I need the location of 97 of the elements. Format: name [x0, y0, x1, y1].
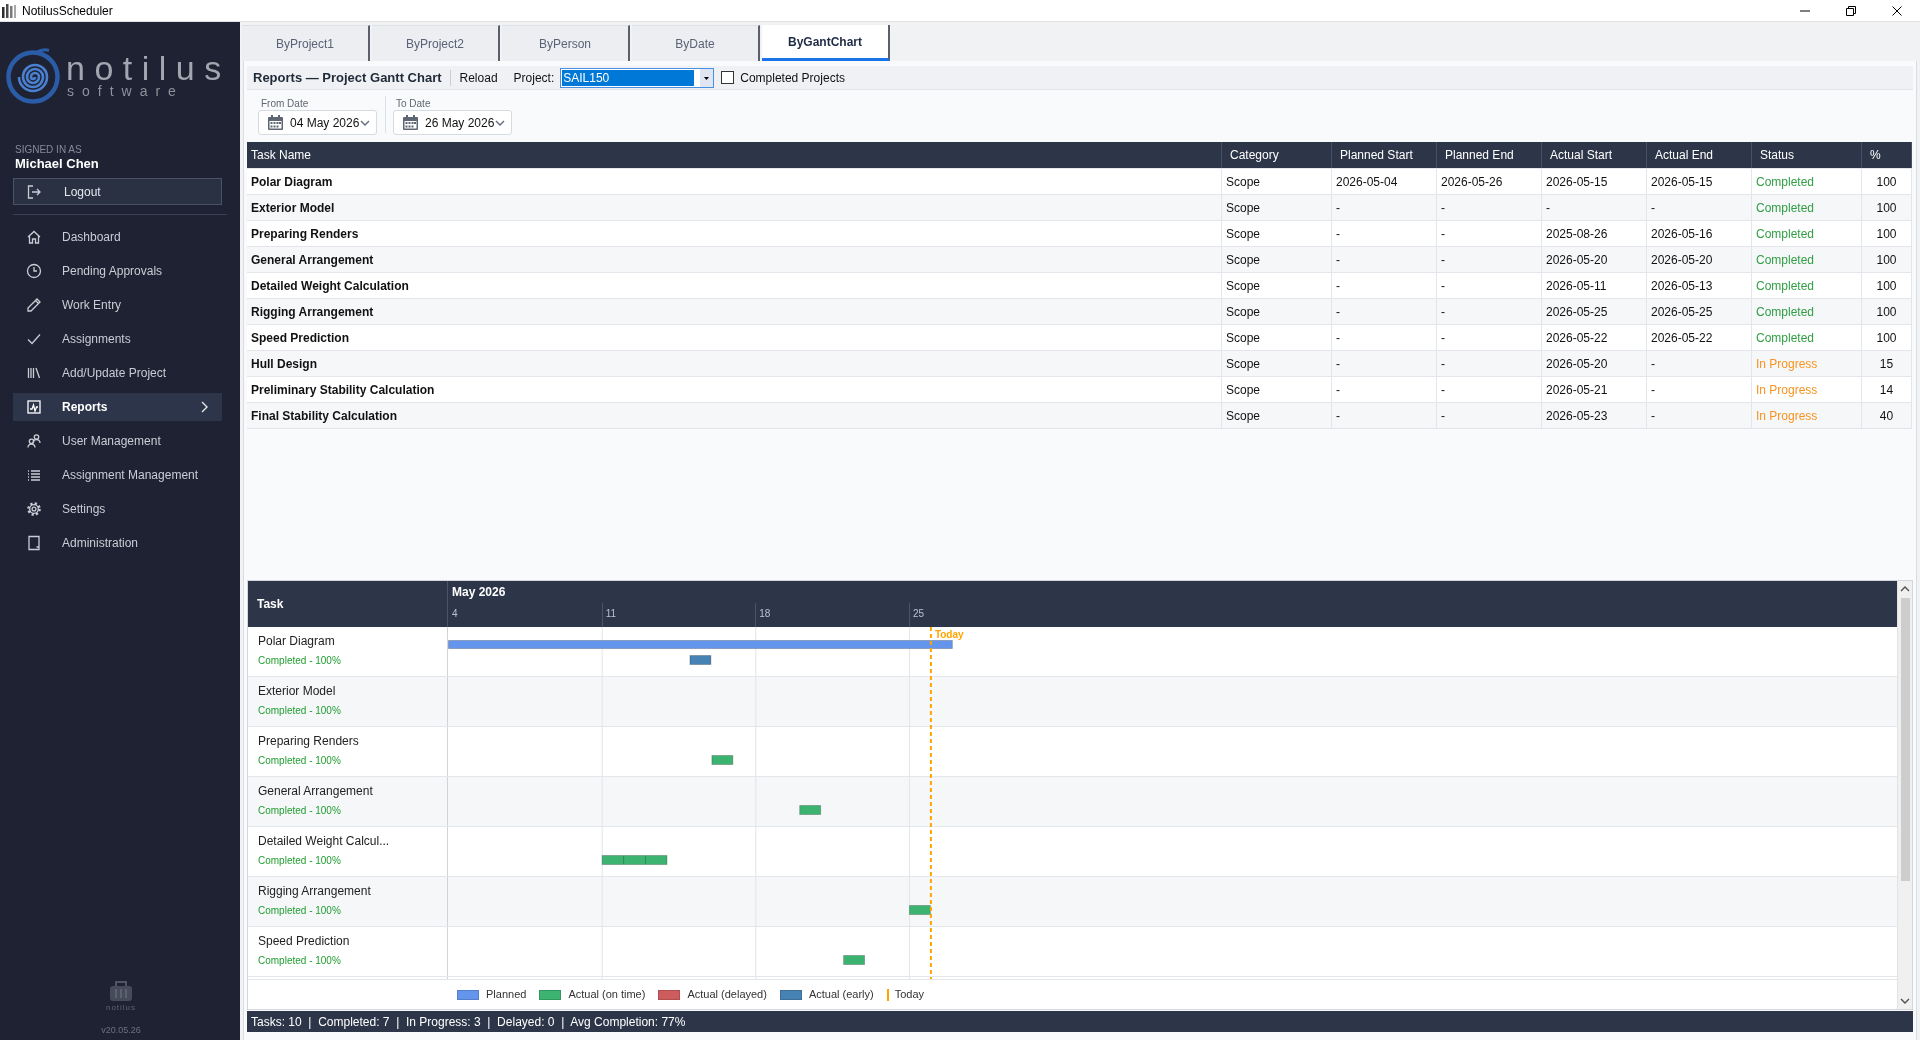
week-label: 25 — [912, 608, 925, 620]
table-cell: Scope — [1222, 403, 1332, 428]
sidebar-item[interactable]: Assignments — [13, 325, 222, 353]
home-icon — [26, 229, 42, 245]
table-cell: In Progress — [1752, 403, 1862, 428]
field-label: Project: — [513, 69, 555, 87]
table-cell: - — [1437, 403, 1542, 428]
tab[interactable]: ByProject1 — [242, 25, 370, 61]
calendar-icon — [268, 115, 283, 130]
task-name: General Arrangement — [258, 783, 374, 799]
sidebar-item[interactable]: Add/Update Project — [13, 359, 222, 387]
task-name: Detailed Weight Calcul... — [258, 833, 391, 849]
status-bar: Tasks: 10 | Completed: 7 | In Progress: 3 | Delayed: 0 | Avg Completion: 77% — [247, 1011, 1913, 1032]
tab[interactable]: ByProject2 — [372, 25, 500, 61]
books-icon — [26, 365, 42, 381]
actual-bar — [908, 905, 931, 915]
legend-label: Actual (early) — [808, 987, 874, 1003]
sidebar-item[interactable]: Reports — [13, 393, 222, 421]
task-name: Preparing Renders — [258, 733, 360, 749]
checkbox-label: Completed Projects — [740, 69, 845, 87]
spiral-logo — [5, 48, 61, 104]
table-cell: 2026-05-23 — [1542, 403, 1647, 428]
task-status: Completed - 100% — [258, 804, 342, 817]
legend-label: Planned — [486, 987, 527, 1003]
close-icon — [1892, 5, 1902, 16]
scrollbar-thumb[interactable] — [1900, 598, 1910, 881]
task-name: Rigging Arrangement — [258, 883, 372, 899]
week-label: 18 — [759, 608, 771, 620]
sidebar-item[interactable]: User Management — [13, 427, 222, 455]
signed-in-label: SIGNED IN AS — [14, 144, 83, 156]
task-status: Completed - 100% — [258, 954, 342, 967]
logout-button[interactable]: Logout — [13, 178, 222, 205]
pencil-icon — [26, 297, 42, 313]
today-label: Today — [934, 629, 964, 640]
actual-bar — [601, 855, 668, 865]
date-picker[interactable]: 04 May 2026 — [258, 110, 377, 135]
chevron-down-icon[interactable] — [1900, 997, 1910, 1005]
sidebar-item[interactable]: Settings — [13, 495, 222, 523]
sidebar-item[interactable]: Administration — [13, 529, 222, 557]
task-status: Completed - 100% — [258, 754, 342, 767]
field-label: To Date — [396, 98, 432, 110]
date-picker[interactable]: 26 May 2026 — [393, 110, 512, 135]
table-cell: - — [1332, 403, 1437, 428]
actual-bar — [843, 955, 866, 965]
user-name: Michael Chen — [14, 156, 100, 172]
table-cell: Final Stability Calculation — [247, 403, 1222, 428]
chart-icon — [26, 399, 42, 415]
chevron-down-icon — [360, 119, 370, 126]
calendar-icon — [403, 115, 418, 130]
field-label: From Date — [261, 98, 310, 110]
gear-icon — [26, 501, 42, 517]
sidebar-item[interactable]: Pending Approvals — [13, 257, 222, 285]
project-dropdown[interactable]: SAIL150 — [560, 67, 715, 88]
checkbox[interactable] — [721, 71, 735, 84]
actual-bar — [711, 755, 734, 765]
task-name: Polar Diagram — [258, 633, 336, 649]
restore-icon — [1846, 5, 1856, 16]
task-name: Exterior Model — [258, 683, 337, 699]
chevron-up-icon[interactable] — [1900, 585, 1910, 593]
bar-chart-icon — [2, 3, 16, 18]
sidebar-item[interactable]: Assignment Management — [13, 461, 222, 489]
task-status: Completed - 100% — [258, 654, 342, 667]
table-cell: - — [1647, 403, 1752, 428]
table-cell: 40 — [1862, 403, 1912, 428]
logo-tagline: software — [67, 84, 185, 98]
month-label: May 2026 — [452, 584, 506, 600]
scrollbar[interactable] — [1897, 581, 1912, 1009]
task-name: Speed Prediction — [258, 933, 351, 949]
door-icon — [26, 535, 42, 551]
task-status: Completed - 100% — [258, 704, 342, 717]
task-status: Completed - 100% — [258, 854, 342, 867]
version-label: v20.05.26 — [101, 1025, 141, 1036]
legend-label: Actual (on time) — [568, 987, 646, 1003]
actual-bar — [799, 805, 822, 815]
tab[interactable]: ByPerson — [502, 25, 630, 61]
tab[interactable]: ByGantChart — [762, 25, 890, 61]
list-icon — [26, 467, 42, 483]
logout-icon — [26, 183, 42, 200]
chevron-down-icon — [495, 119, 505, 126]
task-status: Completed - 100% — [258, 904, 342, 917]
week-label: 4 — [452, 608, 458, 620]
sidebar-item[interactable]: Work Entry — [13, 291, 222, 319]
week-label: 11 — [605, 608, 617, 620]
logo-wordmark: notilus — [66, 54, 231, 82]
users-icon — [26, 433, 42, 449]
actual-bar — [689, 655, 712, 665]
sidebar-item[interactable]: Dashboard — [13, 223, 222, 251]
checkmark-icon — [26, 331, 42, 347]
reload-button[interactable]: Reload — [459, 68, 498, 87]
clock-icon — [26, 263, 42, 279]
legend-label: Today — [894, 987, 925, 1003]
page-title: Reports — Project Gantt Chart — [253, 68, 442, 87]
window-title: NotilusScheduler — [22, 2, 113, 19]
chevron-right-icon — [201, 401, 208, 413]
briefcase-logo — [107, 979, 135, 1003]
tab[interactable]: ByDate — [632, 25, 760, 61]
legend-label: Actual (delayed) — [687, 987, 767, 1003]
